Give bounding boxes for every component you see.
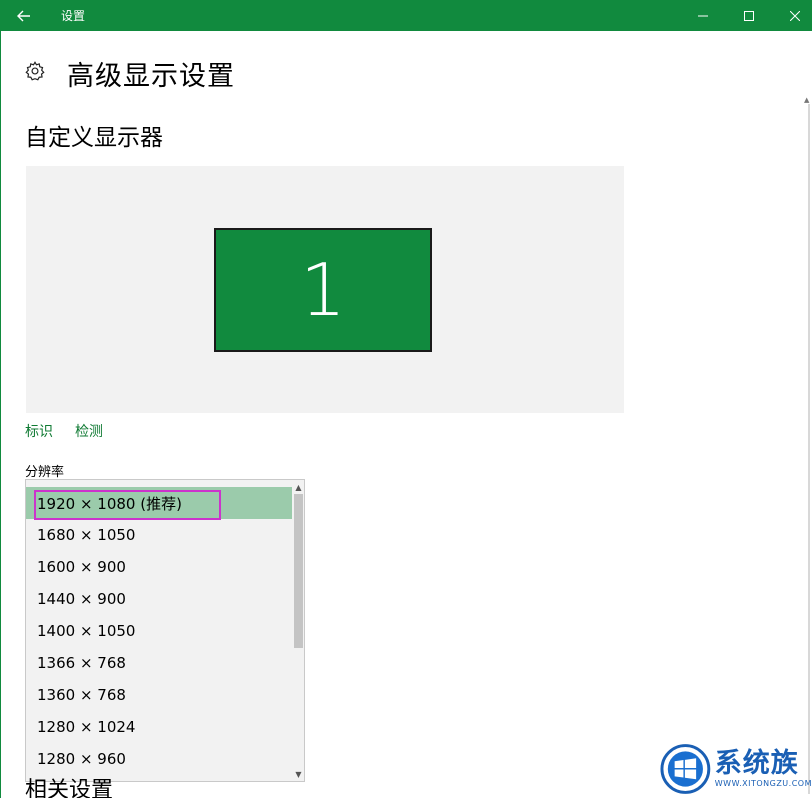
windows-logo-icon bbox=[660, 744, 711, 794]
minimize-icon bbox=[698, 15, 708, 16]
back-arrow-icon bbox=[17, 10, 30, 21]
maximize-button[interactable] bbox=[726, 0, 772, 31]
back-button[interactable] bbox=[0, 0, 48, 31]
section-title: 自定义显示器 bbox=[25, 125, 163, 151]
resolution-option[interactable]: 1600 × 900 bbox=[26, 551, 292, 583]
page-scroll-up-icon[interactable]: ▲ bbox=[804, 96, 812, 104]
resolution-option[interactable]: 1440 × 900 bbox=[26, 583, 292, 615]
resolution-option[interactable]: 1280 × 960 bbox=[26, 743, 292, 775]
close-button[interactable] bbox=[772, 0, 812, 31]
watermark-text: 系统族 bbox=[714, 748, 799, 780]
resolution-label: 分辨率 bbox=[25, 465, 65, 480]
title-bar: 设置 bbox=[0, 0, 812, 31]
scroll-down-arrow-icon[interactable]: ▼ bbox=[292, 769, 304, 779]
page-title: 高级显示设置 bbox=[67, 61, 235, 92]
watermark: 系统族 WWW.XITONGZU.COM bbox=[660, 740, 812, 798]
resolution-option[interactable]: 1680 × 1050 bbox=[26, 519, 292, 551]
window-title: 设置 bbox=[61, 9, 86, 23]
detect-link[interactable]: 检测 bbox=[75, 421, 103, 441]
resolution-dropdown-list[interactable]: 1920 × 1080 (推荐) 1680 × 1050 1600 × 900 … bbox=[25, 479, 305, 782]
resolution-option[interactable]: 1366 × 768 bbox=[26, 647, 292, 679]
minimize-button[interactable] bbox=[680, 0, 726, 31]
resolution-option[interactable]: 1400 × 1050 bbox=[26, 615, 292, 647]
display-arrangement-area: 1 bbox=[26, 166, 624, 413]
resolution-option[interactable]: 1360 × 768 bbox=[26, 679, 292, 711]
monitor-tile[interactable]: 1 bbox=[214, 228, 432, 352]
maximize-icon bbox=[744, 10, 754, 21]
page-scrollbar[interactable] bbox=[808, 104, 810, 794]
close-icon bbox=[790, 10, 800, 21]
related-settings-heading: 相关设置 bbox=[25, 778, 114, 798]
identify-link[interactable]: 标识 bbox=[25, 421, 53, 441]
monitor-number: 1 bbox=[300, 248, 346, 332]
scrollbar-thumb[interactable] bbox=[294, 494, 303, 648]
window-border bbox=[0, 31, 1, 798]
list-scrollbar[interactable]: ▲ ▼ bbox=[292, 480, 304, 781]
watermark-url: WWW.XITONGZU.COM bbox=[714, 778, 812, 788]
gear-icon bbox=[25, 61, 45, 81]
scroll-up-arrow-icon[interactable]: ▲ bbox=[292, 482, 304, 492]
resolution-option-selected[interactable]: 1920 × 1080 (推荐) bbox=[26, 487, 292, 519]
resolution-option[interactable]: 1280 × 1024 bbox=[26, 711, 292, 743]
